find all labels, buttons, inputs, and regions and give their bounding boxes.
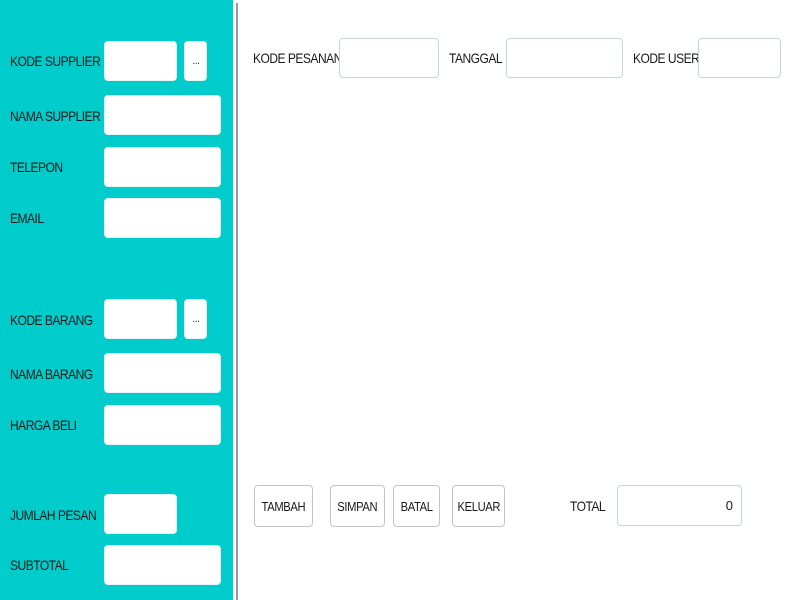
- kode-pesanan-input[interactable]: [339, 38, 439, 78]
- kode-supplier-label: KODE SUPPLIER: [10, 53, 101, 69]
- kode-pesanan-label: KODE PESANAN: [253, 50, 342, 66]
- telepon-label: TELEPON: [10, 159, 63, 175]
- email-input[interactable]: [104, 198, 221, 238]
- kode-user-input[interactable]: [698, 38, 781, 78]
- simpan-button-label: SIMPAN: [337, 498, 378, 514]
- tanggal-input[interactable]: [506, 38, 623, 78]
- telepon-input[interactable]: [104, 147, 221, 187]
- subtotal-input[interactable]: [104, 545, 221, 585]
- nama-barang-label: NAMA BARANG: [10, 366, 93, 382]
- left-form-panel: KODE SUPPLIER ... NAMA SUPPLIER TELEPON …: [0, 0, 233, 600]
- supplier-lookup-label: ...: [192, 55, 199, 67]
- kode-user-label: KODE USER: [633, 50, 700, 66]
- barang-lookup-label: ...: [192, 313, 199, 325]
- tambah-button-label: TAMBAH: [261, 498, 306, 514]
- harga-beli-label: HARGA BELI: [10, 417, 77, 433]
- batal-button-label: BATAL: [400, 498, 433, 514]
- kode-supplier-input[interactable]: [104, 41, 177, 81]
- panel-divider: [236, 3, 238, 600]
- subtotal-label: SUBTOTAL: [10, 557, 69, 573]
- tanggal-label: TANGGAL: [449, 50, 503, 66]
- total-field: [617, 485, 742, 526]
- keluar-button-label: KELUAR: [457, 498, 500, 514]
- total-label: TOTAL: [570, 498, 606, 514]
- keluar-button[interactable]: KELUAR: [452, 485, 505, 527]
- barang-lookup-button[interactable]: ...: [184, 299, 207, 339]
- jumlah-pesan-input[interactable]: [104, 494, 177, 534]
- kode-barang-label: KODE BARANG: [10, 312, 93, 328]
- jumlah-pesan-label: JUMLAH PESAN: [10, 507, 97, 523]
- tambah-button[interactable]: TAMBAH: [254, 485, 313, 527]
- nama-supplier-input[interactable]: [104, 95, 221, 135]
- nama-supplier-label: NAMA SUPPLIER: [10, 108, 101, 124]
- kode-barang-input[interactable]: [104, 299, 177, 339]
- supplier-lookup-button[interactable]: ...: [184, 41, 207, 81]
- batal-button[interactable]: BATAL: [393, 485, 440, 527]
- email-label: EMAIL: [10, 210, 44, 226]
- nama-barang-input[interactable]: [104, 353, 221, 393]
- harga-beli-input[interactable]: [104, 405, 221, 445]
- simpan-button[interactable]: SIMPAN: [330, 485, 385, 527]
